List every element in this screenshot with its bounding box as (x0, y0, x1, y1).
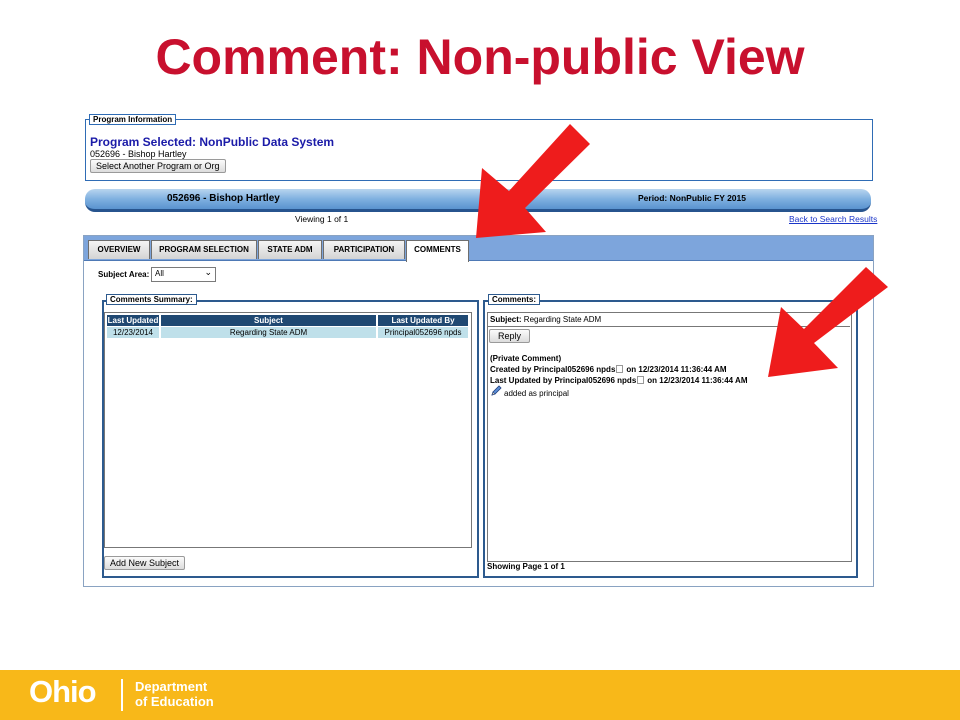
comments-content-area (487, 312, 852, 562)
org-name: 052696 - Bishop Hartley (167, 193, 280, 204)
info-icon (616, 365, 624, 373)
created-by-line: Created by Principal052696 npds on 12/23/… (490, 365, 727, 374)
info-icon (637, 376, 645, 384)
page-indicator: Showing Page 1 of 1 (487, 562, 565, 571)
logo-divider (121, 679, 123, 711)
tab-program-selection[interactable]: PROGRAM SELECTION (151, 240, 257, 259)
created-by-text: Created by Principal052696 npds (490, 365, 616, 374)
divider (487, 326, 850, 327)
comment-subject: Subject: Regarding State ADM (490, 315, 601, 324)
viewing-count: Viewing 1 of 1 (295, 214, 349, 224)
comment-text: added as principal (504, 389, 569, 398)
department-line-1: Department (135, 679, 208, 694)
comments-summary-legend: Comments Summary: (106, 294, 197, 305)
edit-pencil-icon[interactable] (490, 385, 502, 397)
subject-area-select[interactable]: All ⌄ (151, 267, 216, 282)
subject-area-label: Subject Area: (98, 270, 150, 279)
chevron-down-icon: ⌄ (204, 267, 212, 277)
org-header-bar: 052696 - Bishop Hartley Period: NonPubli… (85, 189, 871, 212)
comments-legend: Comments: (488, 294, 541, 305)
created-on-text: on 12/23/2014 11:36:44 AM (626, 365, 727, 374)
tab-comments[interactable]: COMMENTS (406, 240, 469, 262)
updated-by-text: Last Updated by Principal052696 npds (490, 376, 637, 385)
updated-on-text: on 12/23/2014 11:36:44 AM (647, 376, 748, 385)
reply-button[interactable]: Reply (489, 329, 531, 343)
column-header-last-updated-by[interactable]: Last Updated By (378, 315, 468, 326)
slide-title: Comment: Non-public View (155, 29, 805, 85)
tab-strip: OVERVIEW PROGRAM SELECTION STATE ADM PAR… (84, 236, 873, 262)
column-header-last-updated[interactable]: Last Updated (107, 315, 159, 326)
select-program-button[interactable]: Select Another Program or Org (90, 159, 226, 173)
period-label: Period: NonPublic FY 2015 (637, 193, 746, 203)
subject-area-value: All (155, 269, 164, 278)
comment-subject-label: Subject: (490, 315, 522, 324)
ohio-logo: Ohio (29, 674, 97, 709)
program-selected-title: Program Selected: NonPublic Data System (90, 135, 335, 149)
program-org: 052696 - Bishop Hartley (90, 149, 187, 159)
table-cell-updated-by[interactable]: Principal052696 npds (378, 327, 468, 338)
add-new-subject-button[interactable]: Add New Subject (104, 556, 186, 570)
back-to-search-link[interactable]: Back to Search Results (789, 214, 877, 224)
tab-participation[interactable]: PARTICIPATION (323, 240, 405, 259)
table-cell-subject[interactable]: Regarding State ADM (161, 327, 376, 338)
comments-summary-table-area (104, 312, 472, 548)
tab-overview[interactable]: OVERVIEW (88, 240, 150, 259)
last-updated-line: Last Updated by Principal052696 npds on 1… (490, 376, 748, 385)
tab-state-adm[interactable]: STATE ADM (258, 240, 322, 259)
department-name: Department of Education (135, 679, 214, 709)
program-info-legend: Program Information (89, 114, 177, 125)
department-line-2: of Education (135, 694, 214, 709)
comment-subject-value: Regarding State ADM (523, 315, 602, 324)
table-cell-date[interactable]: 12/23/2014 (107, 327, 159, 338)
private-comment-label: (Private Comment) (490, 354, 562, 363)
column-header-subject[interactable]: Subject (161, 315, 376, 326)
